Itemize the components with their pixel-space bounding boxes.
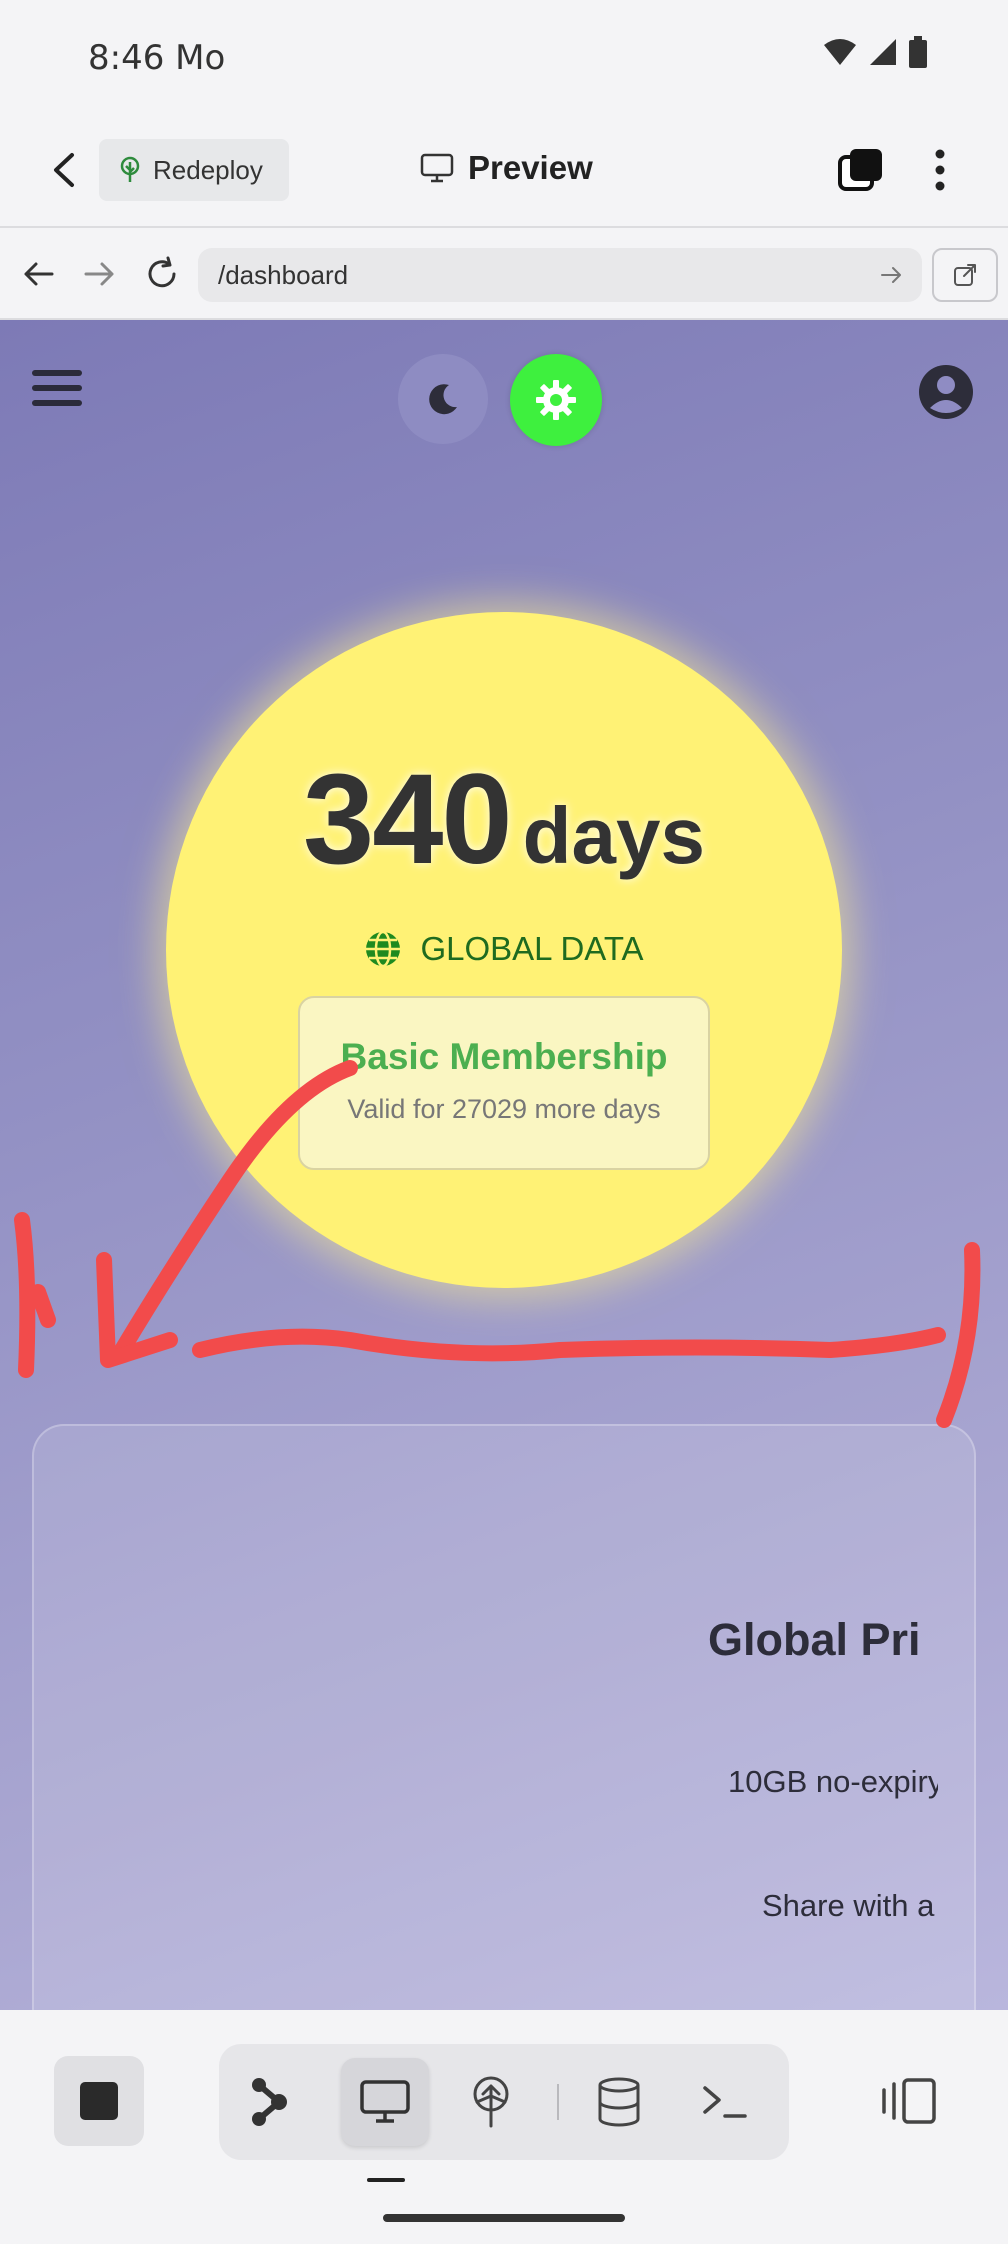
days-remaining-circle: 340 days GLOBAL DATA Basic Membership Val… bbox=[166, 612, 842, 1288]
graph-nodes-icon bbox=[252, 2078, 287, 2126]
preview-tab-button[interactable] bbox=[341, 2058, 429, 2146]
data-type: GLOBAL DATA bbox=[166, 930, 842, 968]
redeploy-button[interactable]: Redeploy bbox=[99, 139, 289, 201]
open-external-icon bbox=[954, 264, 976, 286]
plan-title: Global Pri bbox=[708, 1614, 921, 1665]
dark-mode-toggle[interactable] bbox=[398, 354, 488, 444]
back-icon[interactable] bbox=[18, 254, 58, 294]
plan-card[interactable]: Global Pri 10GB no-expiry Share with a bbox=[32, 1424, 976, 2010]
membership-validity: Valid for 27029 more days bbox=[347, 1094, 661, 1124]
days-remaining: 340 days bbox=[166, 746, 842, 893]
preview-label: Preview bbox=[468, 149, 593, 186]
toolbar-divider bbox=[557, 2084, 559, 2120]
database-button[interactable] bbox=[575, 2058, 663, 2146]
browser-toolbar: /dashboard bbox=[0, 230, 1008, 320]
webview: 340 days GLOBAL DATA Basic Membership Val… bbox=[0, 320, 1008, 2010]
stop-icon bbox=[80, 2082, 118, 2120]
moon-icon bbox=[429, 384, 457, 415]
status-bar: 8:46 Mo bbox=[0, 0, 1008, 115]
days-number: 340 bbox=[303, 748, 513, 891]
days-unit: days bbox=[522, 791, 705, 880]
terminal-icon bbox=[703, 2086, 747, 2118]
tool-group bbox=[219, 2044, 789, 2160]
gear-icon bbox=[536, 380, 576, 420]
status-icons bbox=[822, 36, 928, 68]
more-vert-icon[interactable] bbox=[925, 147, 955, 193]
preview-title: Preview bbox=[420, 149, 593, 187]
back-arrow-icon[interactable] bbox=[40, 145, 90, 195]
hamburger-icon[interactable] bbox=[32, 370, 82, 410]
signal-icon bbox=[870, 39, 896, 65]
url-text: /dashboard bbox=[218, 259, 349, 290]
deploy-button[interactable] bbox=[447, 2058, 535, 2146]
go-icon[interactable] bbox=[878, 262, 904, 288]
stop-button[interactable] bbox=[54, 2056, 144, 2146]
plan-feature: Share with a bbox=[762, 1888, 935, 1923]
deploy-icon bbox=[473, 2076, 509, 2128]
light-mode-toggle[interactable] bbox=[510, 354, 602, 446]
bottom-toolbar bbox=[0, 2010, 1008, 2244]
home-gesture-handle[interactable] bbox=[383, 2214, 625, 2222]
membership-card[interactable]: Basic Membership Valid for 27029 more da… bbox=[298, 996, 710, 1170]
terminal-button[interactable] bbox=[681, 2058, 769, 2146]
tabs-icon[interactable] bbox=[838, 147, 884, 193]
wifi-icon bbox=[824, 39, 856, 65]
battery-icon bbox=[909, 36, 927, 68]
monitor-icon bbox=[360, 2080, 410, 2123]
workflow-button[interactable] bbox=[225, 2058, 313, 2146]
app-header: Redeploy Preview bbox=[0, 115, 1008, 228]
url-input[interactable]: /dashboard bbox=[198, 248, 922, 302]
membership-title: Basic Membership bbox=[340, 1036, 668, 1077]
open-external-button[interactable] bbox=[932, 248, 998, 302]
active-tab-indicator bbox=[367, 2178, 405, 2182]
monitor-icon bbox=[420, 153, 454, 183]
user-account-icon[interactable] bbox=[918, 364, 974, 420]
plan-feature: 10GB no-expiry bbox=[728, 1764, 938, 1799]
redeploy-label: Redeploy bbox=[153, 154, 263, 185]
forward-icon[interactable] bbox=[80, 254, 120, 294]
split-view-icon[interactable] bbox=[880, 2066, 940, 2136]
tree-icon bbox=[120, 156, 140, 182]
status-time: 8:46 Mo bbox=[88, 38, 226, 78]
data-type-label: GLOBAL DATA bbox=[420, 930, 644, 967]
database-icon bbox=[598, 2077, 640, 2127]
reload-icon[interactable] bbox=[142, 254, 182, 294]
globe-icon bbox=[366, 930, 401, 968]
